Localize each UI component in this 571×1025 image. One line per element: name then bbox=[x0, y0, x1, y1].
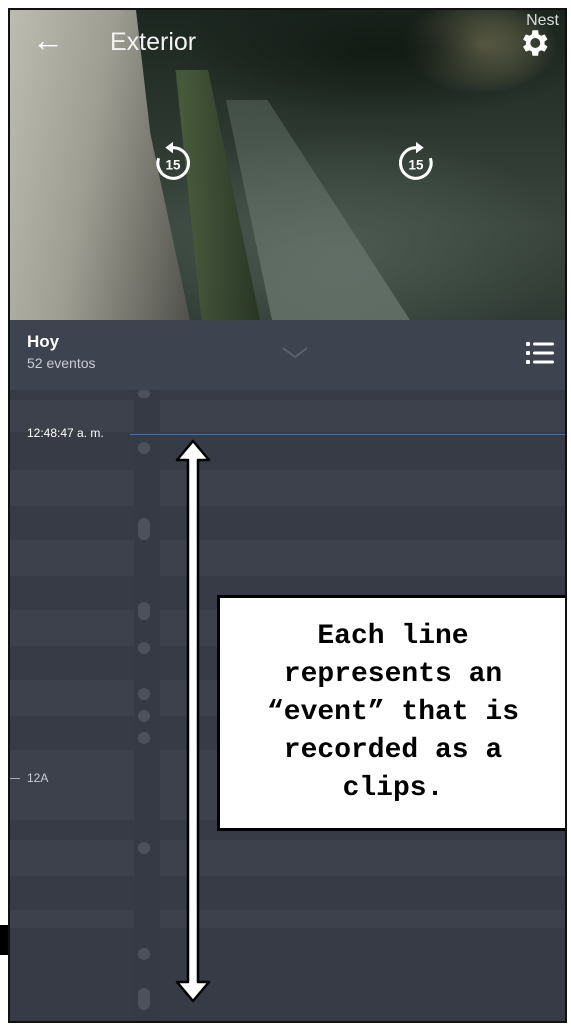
hour-tick bbox=[10, 778, 20, 779]
double-arrow-annotation bbox=[175, 439, 211, 1003]
event-line[interactable] bbox=[138, 732, 150, 744]
current-time-label: 12:48:47 a. m. bbox=[27, 426, 104, 440]
day-label: Hoy bbox=[27, 332, 60, 351]
hour-label: 12A bbox=[27, 771, 49, 785]
forward-15-icon[interactable]: 15 bbox=[393, 140, 439, 186]
app-screen: ← Exterior Nest 15 15 Hoy 52 eventos 12:… bbox=[8, 8, 567, 1023]
chevron-down-icon[interactable] bbox=[280, 344, 310, 362]
timeline-band bbox=[10, 910, 565, 928]
event-line[interactable] bbox=[138, 642, 150, 654]
timeline-band bbox=[10, 540, 565, 576]
edge-marker bbox=[0, 925, 8, 955]
list-icon[interactable] bbox=[524, 337, 556, 369]
event-line[interactable] bbox=[138, 710, 150, 722]
event-line[interactable] bbox=[138, 518, 150, 540]
event-line[interactable] bbox=[138, 390, 150, 398]
event-line[interactable] bbox=[138, 688, 150, 700]
skip-back-label: 15 bbox=[166, 158, 181, 173]
camera-feed[interactable]: ← Exterior Nest 15 15 bbox=[10, 10, 565, 320]
annotation-callout: Each line represents an “event” that is … bbox=[217, 595, 565, 831]
event-line[interactable] bbox=[138, 602, 150, 620]
back-arrow-icon[interactable]: ← bbox=[32, 24, 64, 56]
gear-icon[interactable] bbox=[517, 26, 551, 60]
event-line[interactable] bbox=[138, 442, 150, 454]
event-line[interactable] bbox=[138, 842, 150, 854]
current-time-line bbox=[130, 434, 565, 435]
event-line[interactable] bbox=[138, 988, 150, 1010]
event-line[interactable] bbox=[138, 948, 150, 960]
day-header: Hoy 52 eventos bbox=[10, 320, 565, 390]
timeline-band bbox=[10, 840, 565, 876]
timeline-band bbox=[10, 470, 565, 506]
replay-15-icon[interactable]: 15 bbox=[150, 140, 196, 186]
skip-forward-label: 15 bbox=[409, 158, 424, 173]
annotation-text: Each line represents an “event” that is … bbox=[266, 621, 520, 804]
event-count: 52 eventos bbox=[27, 355, 96, 371]
camera-title: Exterior bbox=[110, 28, 197, 56]
event-track bbox=[134, 390, 160, 1021]
